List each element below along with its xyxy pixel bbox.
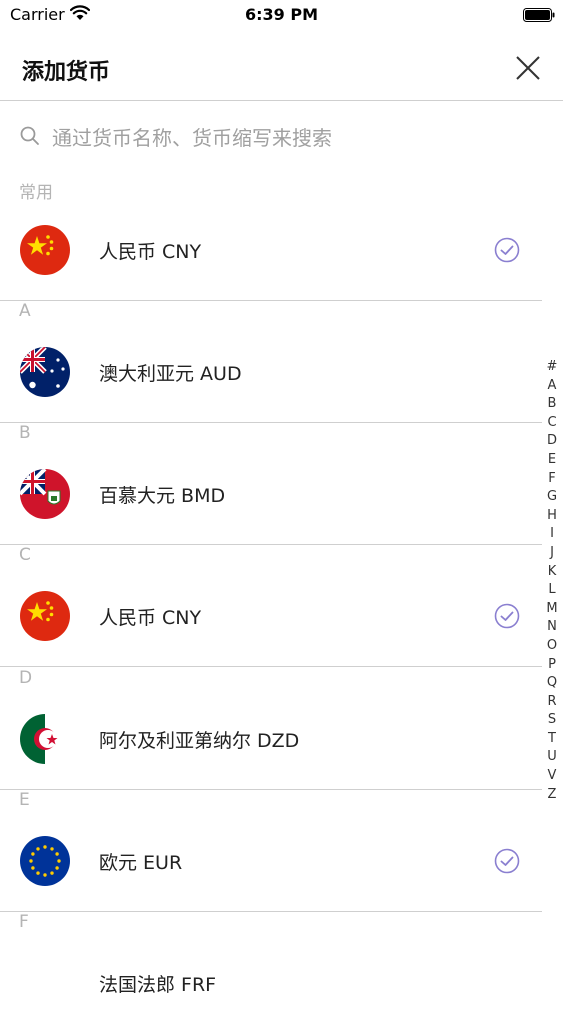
- checkmark-icon: [494, 237, 520, 263]
- index-letter[interactable]: E: [545, 451, 559, 470]
- index-letter[interactable]: N: [545, 618, 559, 637]
- section-header-d: D: [19, 668, 33, 688]
- index-letter[interactable]: H: [545, 507, 559, 526]
- index-letter[interactable]: #: [545, 358, 559, 377]
- currency-label: 澳大利亚元 AUD: [99, 363, 242, 385]
- index-letter[interactable]: Q: [545, 674, 559, 693]
- section-header-c: C: [19, 545, 31, 565]
- index-letter[interactable]: P: [545, 656, 559, 675]
- section-header-a: A: [19, 301, 31, 321]
- search-bar: [0, 101, 563, 173]
- currency-label: 阿尔及利亚第纳尔 DZD: [99, 730, 300, 752]
- au-flag-icon: [20, 347, 70, 397]
- page-title: 添加货币: [22, 60, 111, 85]
- index-letter[interactable]: V: [545, 767, 559, 786]
- index-letter[interactable]: D: [545, 432, 559, 451]
- alphabet-index[interactable]: # A B C D E F G H I J K L M N O P Q R S …: [545, 358, 559, 804]
- close-icon[interactable]: [515, 55, 541, 81]
- search-icon: [20, 126, 39, 145]
- currency-label: 法国法郎 FRF: [99, 974, 217, 996]
- index-letter[interactable]: Z: [545, 786, 559, 805]
- checkmark-icon: [494, 603, 520, 629]
- index-letter[interactable]: C: [545, 414, 559, 433]
- currency-row-cny[interactable]: 人民币 CNY: [0, 566, 542, 667]
- currency-row-dzd[interactable]: 阿尔及利亚第纳尔 DZD: [0, 689, 542, 790]
- index-letter[interactable]: B: [545, 395, 559, 414]
- index-letter[interactable]: J: [545, 544, 559, 563]
- modal-header: 添加货币: [0, 30, 563, 101]
- index-letter[interactable]: L: [545, 581, 559, 600]
- index-letter[interactable]: I: [545, 525, 559, 544]
- checkmark-icon: [494, 848, 520, 874]
- index-letter[interactable]: F: [545, 470, 559, 489]
- battery-icon: [523, 8, 555, 22]
- currency-row-aud[interactable]: 澳大利亚元 AUD: [0, 322, 542, 423]
- search-input[interactable]: [50, 121, 524, 155]
- section-header-b: B: [19, 423, 31, 443]
- index-letter[interactable]: S: [545, 711, 559, 730]
- index-letter[interactable]: G: [545, 488, 559, 507]
- index-letter[interactable]: T: [545, 730, 559, 749]
- status-bar: Carrier 6:39 PM: [0, 0, 563, 30]
- index-letter[interactable]: U: [545, 748, 559, 767]
- currency-row-eur[interactable]: 欧元 EUR: [0, 811, 542, 912]
- currency-row-cny-frequent[interactable]: 人民币 CNY: [0, 200, 542, 301]
- cn-flag-icon: [20, 225, 70, 275]
- currency-row-bmd[interactable]: 百慕大元 BMD: [0, 444, 542, 545]
- cn-flag-icon: [20, 591, 70, 641]
- dz-flag-icon: [20, 714, 70, 764]
- currency-label: 欧元 EUR: [99, 852, 183, 874]
- index-letter[interactable]: K: [545, 563, 559, 582]
- section-header-f: F: [19, 912, 29, 932]
- bm-flag-icon: [20, 469, 70, 519]
- index-letter[interactable]: O: [545, 637, 559, 656]
- currency-label: 人民币 CNY: [99, 241, 202, 263]
- eu-flag-icon: [20, 836, 70, 886]
- currency-row-frf[interactable]: 法国法郎 FRF: [0, 933, 542, 1033]
- index-letter[interactable]: M: [545, 600, 559, 619]
- status-time: 6:39 PM: [244, 5, 318, 24]
- section-header-e: E: [19, 790, 30, 810]
- currency-label: 百慕大元 BMD: [99, 485, 226, 507]
- index-letter[interactable]: A: [545, 377, 559, 396]
- index-letter[interactable]: R: [545, 693, 559, 712]
- currency-label: 人民币 CNY: [99, 607, 202, 629]
